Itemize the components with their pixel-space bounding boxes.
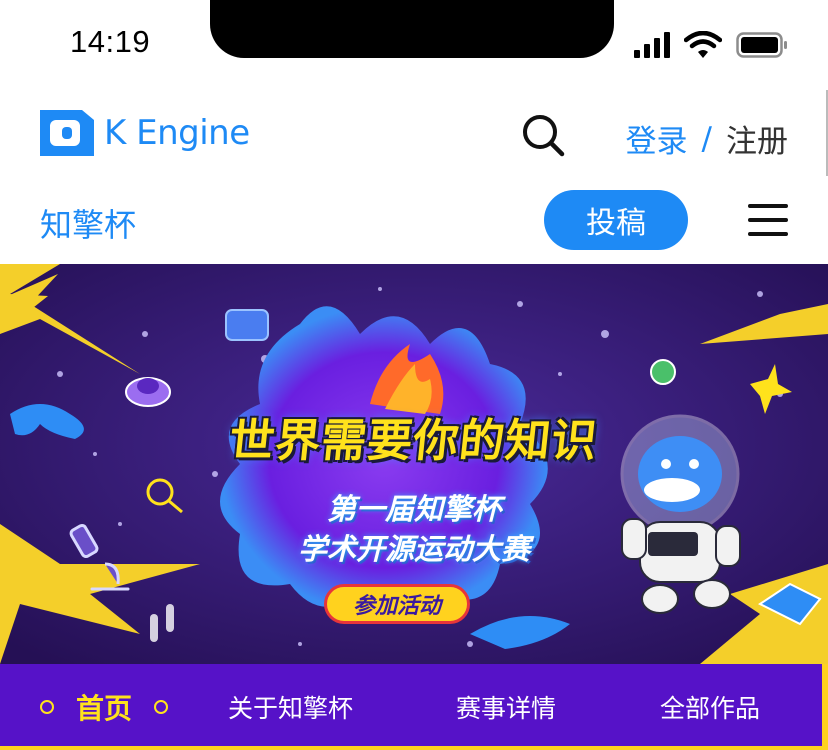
brand-name: K Engine <box>104 113 250 153</box>
page-title[interactable]: 知擎杯 <box>40 200 136 246</box>
app-header: K Engine 登录 / 注册 <box>0 90 828 180</box>
banner-subtitle-line1: 第一届知擎杯 <box>326 492 501 526</box>
login-link[interactable]: 登录 <box>626 116 688 161</box>
hamburger-menu-icon[interactable] <box>748 200 788 240</box>
auth-links: 登录 / 注册 <box>626 116 788 161</box>
status-bar: 14:19 <box>0 0 828 90</box>
banner-subtitle-line2: 学术开源运动大赛 <box>297 532 530 566</box>
nav-accent-bottom <box>0 746 828 750</box>
hero-banner[interactable]: 世界需要你的知识 第一届知擎杯 学术开源运动大赛 参加活动 <box>0 264 828 664</box>
signal-icon <box>634 32 670 58</box>
submit-button[interactable]: 投稿 <box>544 190 688 250</box>
register-link[interactable]: 注册 <box>726 116 788 161</box>
nav-item-details[interactable]: 赛事详情 <box>456 664 556 750</box>
status-icons <box>634 31 788 59</box>
device-notch <box>210 0 614 58</box>
wifi-icon <box>684 31 722 58</box>
nav-item-home[interactable]: 首页 <box>40 664 169 750</box>
nav-item-home-label: 首页 <box>76 692 133 725</box>
nav-bar: 首页 关于知擎杯 赛事详情 全部作品 <box>0 664 828 750</box>
status-time: 14:19 <box>70 24 151 59</box>
nav-accent-right <box>822 664 828 750</box>
search-icon[interactable] <box>520 112 566 158</box>
battery-icon <box>736 32 787 58</box>
brand-logo[interactable]: K Engine <box>40 110 250 156</box>
nav-item-works[interactable]: 全部作品 <box>660 664 760 750</box>
sub-header: 知擎杯 投稿 <box>0 180 828 264</box>
nav-item-about[interactable]: 关于知擎杯 <box>228 664 353 750</box>
nav-active-dot-right <box>154 700 169 714</box>
join-activity-button[interactable]: 参加活动 <box>324 584 470 624</box>
banner-headline: 世界需要你的知识 <box>226 414 601 467</box>
nav-active-dot-left <box>40 700 54 714</box>
kengine-logo-icon <box>40 110 94 156</box>
auth-separator: / <box>701 120 712 157</box>
